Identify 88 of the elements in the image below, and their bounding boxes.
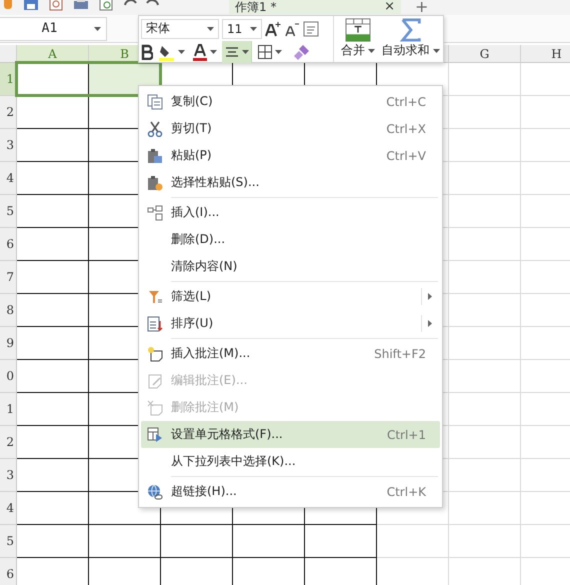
autosum-button[interactable]: 自动求和 <box>378 16 443 62</box>
filter-icon <box>147 288 163 304</box>
tab-close-button[interactable]: × <box>384 0 395 14</box>
row-header[interactable]: 7 <box>0 261 17 294</box>
globe-icon <box>147 484 163 500</box>
font-select[interactable]: 宋体 <box>141 18 219 38</box>
caret-icon <box>368 48 375 52</box>
note-icon <box>147 400 163 416</box>
row-header[interactable]: 5 <box>0 195 17 228</box>
menu-item[interactable]: 从下拉列表中选择(K)... <box>141 448 440 475</box>
shortcut-text: Ctrl+V <box>386 148 426 162</box>
menu-item-label: 清除内容(N) <box>171 258 238 275</box>
row-header[interactable]: 6 <box>0 558 17 585</box>
shortcut-text: Ctrl+K <box>386 484 426 498</box>
menu-item-label: 插入(I)... <box>171 204 220 221</box>
align-center-button[interactable] <box>222 40 252 62</box>
clipboard-icon <box>147 174 163 190</box>
menu-item[interactable]: 设置单元格格式(F)... Ctrl+1 <box>141 421 440 448</box>
shortcut-text: Ctrl+C <box>386 94 426 108</box>
caret-icon <box>432 48 440 52</box>
column-header[interactable]: G <box>449 45 521 63</box>
menu-item-label: 编辑批注(E)... <box>171 372 248 389</box>
menu-item-label: 删除(D)... <box>171 231 226 248</box>
menu-item-label: 从下拉列表中选择(K)... <box>171 453 297 470</box>
clipboard-icon <box>147 148 163 164</box>
insert-icon <box>147 204 163 220</box>
borders-icon <box>257 44 273 60</box>
wrap-text-icon[interactable] <box>303 20 319 36</box>
row-header[interactable]: 2 <box>0 426 17 459</box>
menu-item[interactable]: 选择性粘贴(S)... <box>141 169 440 196</box>
menu-item-label: 筛选(L) <box>171 288 212 305</box>
row-header[interactable]: 3 <box>0 459 17 492</box>
caret-icon <box>178 50 185 54</box>
menu-item-label: 删除批注(M) <box>171 399 240 416</box>
submenu-arrow-icon <box>428 293 432 300</box>
merge-button[interactable]: 合并 <box>338 16 378 62</box>
decrease-font-icon[interactable] <box>284 20 300 36</box>
menu-item-label: 复制(C) <box>171 93 214 110</box>
sort-icon <box>147 316 163 332</box>
tab-title[interactable]: 作簿1 * <box>235 0 380 14</box>
column-header[interactable]: H <box>521 45 570 63</box>
caret-icon <box>207 26 214 30</box>
caret-icon <box>275 50 282 54</box>
format-cells-icon <box>147 426 163 442</box>
menu-item[interactable]: 粘贴(P) Ctrl+V <box>141 142 440 169</box>
font-size-select[interactable]: 11 <box>222 18 262 38</box>
bold-icon[interactable] <box>141 44 153 60</box>
row-header[interactable]: 4 <box>0 162 17 195</box>
sigma-icon <box>400 18 422 42</box>
caret-icon <box>250 26 257 30</box>
name-box[interactable]: A1 <box>0 16 107 40</box>
menu-item-label: 排序(U) <box>171 315 214 332</box>
new-tab-button[interactable]: + <box>415 0 428 14</box>
menu-item-label: 选择性粘贴(S)... <box>171 174 260 191</box>
menu-item-label: 设置单元格格式(F)... <box>171 426 284 443</box>
row-header[interactable]: 5 <box>0 525 17 558</box>
menu-item[interactable]: 复制(C) Ctrl+C <box>141 88 440 115</box>
submenu-arrow-icon <box>428 320 432 327</box>
merge-cells-icon <box>343 18 373 42</box>
menu-item-label: 超链接(H)... <box>171 483 238 500</box>
menu-item-label: 粘贴(P) <box>171 147 213 164</box>
menu-item-label: 插入批注(M)... <box>171 345 252 362</box>
caret-icon <box>210 50 217 54</box>
note-icon <box>147 372 163 388</box>
menu-item[interactable]: 清除内容(N) <box>141 253 440 280</box>
shortcut-text: Ctrl+1 <box>386 428 426 442</box>
copy-icon <box>147 94 163 110</box>
row-header[interactable]: 2 <box>0 96 17 129</box>
caret-icon <box>242 50 249 54</box>
menu-item[interactable]: 删除(D)... <box>141 226 440 253</box>
row-header[interactable]: 4 <box>0 492 17 525</box>
font-color-icon <box>192 42 208 60</box>
scissors-icon <box>147 120 163 136</box>
row-header[interactable]: 6 <box>0 228 17 261</box>
row-header[interactable]: 3 <box>0 129 17 162</box>
menu-item[interactable]: 剪切(T) Ctrl+X <box>141 115 440 142</box>
shortcut-text: Shift+F2 <box>374 346 426 360</box>
note-icon <box>147 346 163 362</box>
menu-item[interactable]: 排序(U) <box>141 310 440 337</box>
row-header[interactable]: 0 <box>0 360 17 393</box>
row-header[interactable]: 1 <box>0 393 17 426</box>
row-header[interactable]: 8 <box>0 294 17 327</box>
menu-item-label: 剪切(T) <box>171 120 213 137</box>
format-brush-icon[interactable] <box>293 42 311 60</box>
caret-icon <box>94 26 101 30</box>
row-header[interactable]: 9 <box>0 327 17 360</box>
increase-font-icon[interactable] <box>265 20 281 36</box>
shortcut-text: Ctrl+X <box>386 122 426 136</box>
